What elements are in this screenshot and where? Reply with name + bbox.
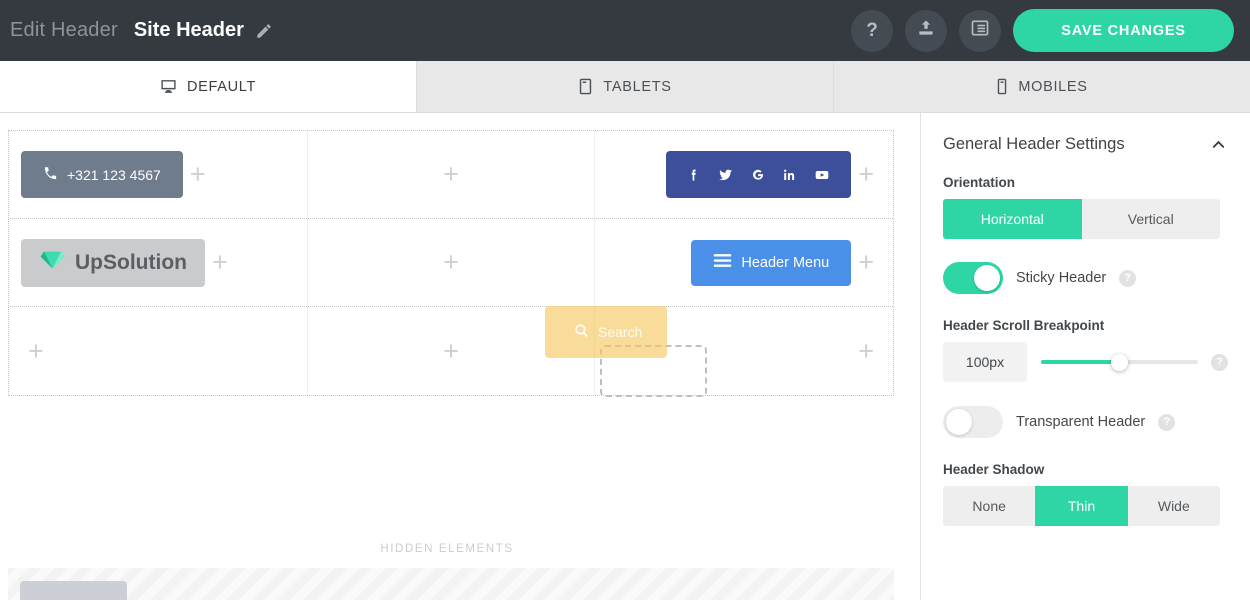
add-element-button[interactable]: + <box>851 249 881 276</box>
row-3-col-center[interactable]: + <box>308 307 595 395</box>
phone-icon <box>43 166 58 184</box>
row-1-col-center[interactable]: + <box>308 131 595 218</box>
add-element-button[interactable]: + <box>851 337 881 365</box>
header-row-2: UpSolution + + Header Menu + <box>9 219 893 307</box>
phone-element-label: +321 123 4567 <box>67 166 161 183</box>
transparent-header-toggle[interactable] <box>943 406 1003 438</box>
logo-element[interactable]: UpSolution <box>21 238 205 287</box>
twitter-icon <box>717 167 734 183</box>
page-title: Site Header <box>133 19 244 41</box>
hidden-elements-title: HIDDEN ELEMENTS <box>380 543 514 555</box>
add-element-button[interactable]: + <box>436 337 466 365</box>
tablet-icon <box>578 78 593 95</box>
sticky-header-row: Sticky Header ? <box>943 262 1228 294</box>
help-icon[interactable]: ? <box>1119 269 1137 287</box>
sticky-header-toggle[interactable] <box>943 262 1003 294</box>
header-menu-element[interactable]: Header Menu <box>691 239 852 286</box>
list-layout-icon <box>970 18 990 43</box>
tab-default-label: DEFAULT <box>186 78 257 95</box>
add-element-button[interactable]: + <box>436 249 466 276</box>
device-tabs: DEFAULT TABLETS MOBILES <box>0 61 1250 113</box>
row-2-col-right[interactable]: Header Menu + <box>595 219 893 306</box>
header-row-1: +321 123 4567 + + + <box>9 131 893 219</box>
header-shadow-label: Header Shadow <box>943 462 1045 477</box>
social-links-element[interactable] <box>666 151 852 198</box>
add-element-button[interactable]: + <box>851 161 881 188</box>
facebook-icon <box>686 167 701 183</box>
row-2-col-left[interactable]: UpSolution + <box>9 219 308 306</box>
toggle-knob <box>974 265 1000 291</box>
hamburger-icon <box>713 253 732 272</box>
google-icon <box>750 167 766 183</box>
hidden-elements-area[interactable]: LOGO <box>8 568 894 600</box>
header-menu-label: Header Menu <box>741 254 830 271</box>
layouts-button[interactable] <box>959 9 1001 52</box>
youtube-icon <box>813 167 831 183</box>
desktop-icon <box>160 78 177 95</box>
scroll-breakpoint-label: Header Scroll Breakpoint <box>943 318 1105 333</box>
settings-panel: General Header Settings Orientation Hori… <box>920 113 1250 600</box>
add-element-button[interactable]: + <box>205 249 235 276</box>
slider-fill <box>1041 360 1120 364</box>
chevron-up-icon[interactable] <box>1209 135 1228 154</box>
add-element-button[interactable]: + <box>436 161 466 188</box>
tab-tablets-label: TABLETS <box>603 78 672 95</box>
transparent-header-label: Transparent Header <box>1016 414 1146 430</box>
toggle-knob <box>946 409 972 435</box>
add-element-button[interactable]: + <box>21 337 51 365</box>
row-1-col-right[interactable]: + <box>595 131 893 218</box>
question-mark-icon: ? <box>866 20 878 41</box>
row-1-col-left[interactable]: +321 123 4567 + <box>9 131 308 218</box>
diamond-icon <box>39 249 66 277</box>
edit-header-label: Edit Header <box>10 19 118 41</box>
header-shadow-segmented-control: None Thin Wide <box>943 486 1220 526</box>
main-area: +321 123 4567 + + + UpSolution + + Heade… <box>0 113 1250 600</box>
help-icon[interactable]: ? <box>1211 353 1228 371</box>
header-shadow-option-thin[interactable]: Thin <box>1035 486 1128 526</box>
tab-tablets[interactable]: TABLETS <box>417 61 834 112</box>
tab-default[interactable]: DEFAULT <box>0 61 417 112</box>
row-3-col-left[interactable]: + <box>9 307 308 395</box>
linkedin-icon <box>782 167 797 183</box>
top-bar-actions: ? SAVE CHANGES <box>851 9 1250 52</box>
settings-panel-header[interactable]: General Header Settings <box>943 113 1228 175</box>
mobile-icon <box>996 78 1008 95</box>
orientation-option-horizontal[interactable]: Horizontal <box>943 199 1082 239</box>
import-button[interactable] <box>905 9 947 52</box>
tab-mobiles[interactable]: MOBILES <box>834 61 1250 112</box>
header-canvas: +321 123 4567 + + + UpSolution + + Heade… <box>0 113 920 600</box>
header-row-3: + + + <box>9 307 893 395</box>
logo-placeholder[interactable]: LOGO <box>20 580 127 600</box>
drop-placeholder[interactable] <box>600 345 707 397</box>
header-grid: +321 123 4567 + + + UpSolution + + Heade… <box>8 130 894 396</box>
orientation-option-vertical[interactable]: Vertical <box>1082 199 1221 239</box>
slider-thumb[interactable] <box>1111 354 1128 371</box>
scroll-breakpoint-slider[interactable] <box>1041 352 1198 372</box>
row-2-col-center[interactable]: + <box>308 219 595 306</box>
orientation-label: Orientation <box>943 175 1016 190</box>
add-element-button[interactable]: + <box>183 161 213 188</box>
help-button[interactable]: ? <box>851 9 893 52</box>
settings-panel-title: General Header Settings <box>943 134 1125 153</box>
help-icon[interactable]: ? <box>1158 413 1176 431</box>
logo-element-label: UpSolution <box>75 250 187 274</box>
tab-mobiles-label: MOBILES <box>1018 78 1088 95</box>
header-shadow-option-none[interactable]: None <box>943 486 1035 526</box>
orientation-segmented-control: Horizontal Vertical <box>943 199 1220 239</box>
save-changes-button[interactable]: SAVE CHANGES <box>1013 9 1234 52</box>
transparent-header-row: Transparent Header ? <box>943 406 1228 438</box>
scroll-breakpoint-row: ? <box>943 342 1228 382</box>
scroll-breakpoint-input[interactable] <box>943 342 1027 382</box>
sticky-header-label: Sticky Header <box>1016 270 1107 286</box>
top-bar: Edit Header Site Header ? SAVE CHANGES <box>0 0 1250 61</box>
phone-element[interactable]: +321 123 4567 <box>21 151 183 198</box>
upload-icon <box>916 18 936 43</box>
header-shadow-option-wide[interactable]: Wide <box>1128 486 1220 526</box>
top-bar-left: Edit Header Site Header <box>0 19 273 42</box>
pencil-icon[interactable] <box>255 22 273 40</box>
